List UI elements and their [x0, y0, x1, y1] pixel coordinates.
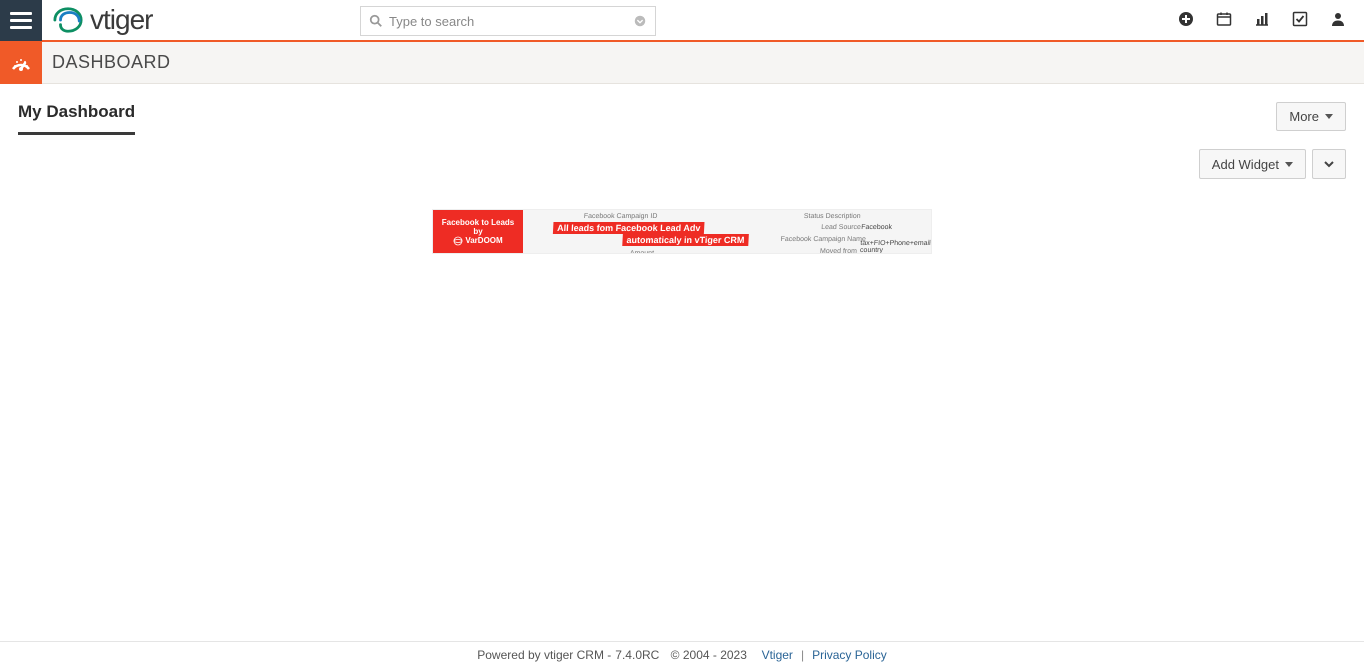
module-title: DASHBOARD [52, 52, 171, 73]
banner-badge-line1: All leads fom Facebook Lead Adv [553, 222, 705, 234]
search-box[interactable] [360, 6, 656, 36]
footer-privacy-link[interactable]: Privacy Policy [812, 648, 887, 662]
brand-name: vtiger [90, 4, 152, 36]
footer-vendor-link[interactable]: Vtiger [762, 648, 793, 662]
calendar-icon[interactable] [1216, 11, 1232, 30]
banner-field-lead-source: Lead Source [821, 224, 861, 231]
dashboard-actions: Add Widget [18, 149, 1346, 179]
quick-create-icon[interactable] [1178, 11, 1194, 30]
more-button[interactable]: More [1276, 102, 1346, 131]
caret-down-icon [1325, 114, 1333, 119]
gauge-icon [9, 51, 33, 75]
topbar: vtiger [0, 0, 1364, 42]
add-widget-button[interactable]: Add Widget [1199, 149, 1306, 179]
atom-icon [453, 236, 463, 246]
banner-left-line2: by [473, 227, 482, 236]
module-bar: DASHBOARD [0, 42, 1364, 84]
banner-badge-line2: automaticaly in vTiger CRM [622, 234, 749, 246]
banner-field-amount: Amount [630, 250, 654, 254]
banner-field-campaign-id: Facebook Campaign ID [584, 213, 658, 220]
footer-separator: | [801, 648, 804, 662]
banner-field-campaign-name: Facebook Campaign Name [780, 236, 866, 243]
banner-logo: Facebook to Leads by VarDOOM [433, 210, 523, 253]
caret-down-icon [1285, 162, 1293, 167]
reports-icon[interactable] [1254, 11, 1270, 30]
search-icon [369, 14, 383, 28]
main-menu-toggle[interactable] [0, 0, 42, 41]
banner-left-line1: Facebook to Leads [442, 218, 514, 227]
brand-logo[interactable]: vtiger [48, 4, 152, 36]
tasks-icon[interactable] [1292, 11, 1308, 30]
dashboard-module-icon[interactable] [0, 42, 42, 84]
vtiger-logo-icon [48, 5, 88, 35]
search-dropdown-icon[interactable] [633, 14, 647, 28]
footer-copyright: © 2004 - 2023 [671, 648, 747, 662]
tab-my-dashboard[interactable]: My Dashboard [18, 102, 135, 135]
banner-value-lead-source: Facebook [861, 224, 892, 231]
promo-banner[interactable]: Facebook to Leads by VarDOOM Facebook Ca… [432, 209, 932, 254]
top-icons [1178, 11, 1364, 30]
footer-version: 7.4.0RC [615, 648, 659, 662]
banner-field-moved-from: Moved from [820, 248, 857, 254]
tabs-row: My Dashboard More [18, 102, 1346, 135]
banner-value-campaign-name: tax+FIO+Phone+email+ country [860, 240, 932, 254]
footer-powered-prefix: Powered by vtiger CRM - [477, 648, 611, 662]
chevron-down-icon [1323, 158, 1335, 170]
footer: Powered by vtiger CRM - 7.4.0RC © 2004 -… [0, 641, 1364, 667]
global-search [360, 6, 656, 36]
banner-field-status-desc: Status Description [804, 213, 861, 220]
more-label: More [1289, 109, 1319, 124]
hamburger-icon [10, 19, 32, 22]
content-area: My Dashboard More Add Widget Facebook to… [0, 84, 1364, 254]
banner-left-line3: VarDOOM [465, 236, 502, 245]
expand-button[interactable] [1312, 149, 1346, 179]
search-input[interactable] [389, 14, 633, 29]
user-icon[interactable] [1330, 11, 1346, 30]
add-widget-label: Add Widget [1212, 157, 1279, 172]
